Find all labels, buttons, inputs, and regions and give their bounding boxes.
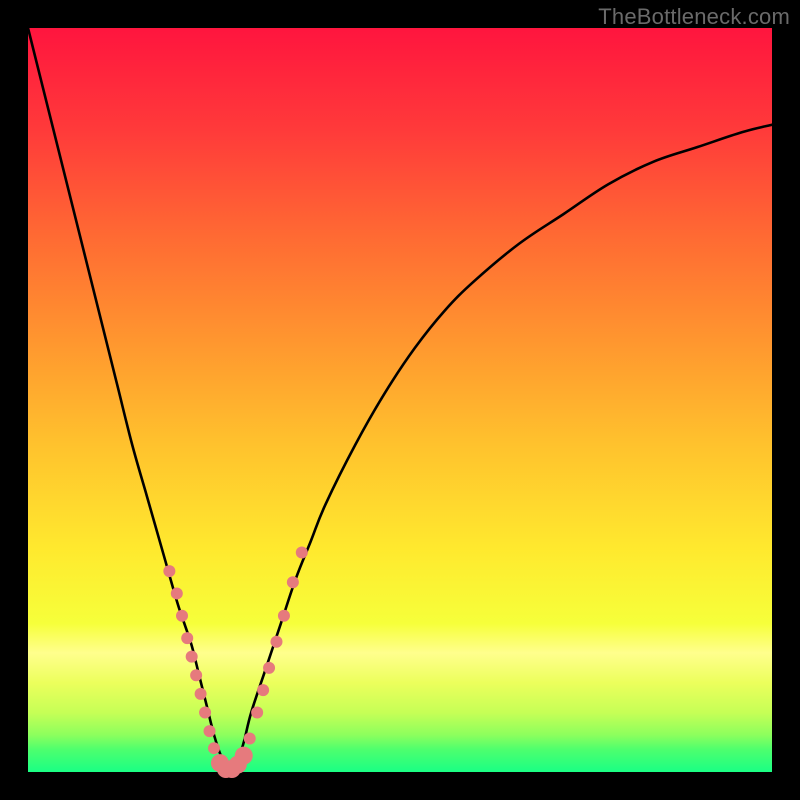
data-point-marker bbox=[235, 747, 253, 765]
data-point-marker bbox=[270, 636, 282, 648]
data-point-marker bbox=[199, 706, 211, 718]
plot-area bbox=[28, 28, 772, 772]
data-point-marker bbox=[251, 706, 263, 718]
watermark-text: TheBottleneck.com bbox=[598, 4, 790, 30]
curve-layer bbox=[28, 28, 772, 772]
data-point-marker bbox=[296, 547, 308, 559]
data-point-marker bbox=[176, 610, 188, 622]
data-point-marker bbox=[195, 688, 207, 700]
data-point-marker bbox=[208, 742, 220, 754]
data-point-marker bbox=[257, 684, 269, 696]
data-point-marker bbox=[278, 610, 290, 622]
data-point-marker bbox=[263, 662, 275, 674]
data-point-marker bbox=[287, 576, 299, 588]
chart-frame: TheBottleneck.com bbox=[0, 0, 800, 800]
data-point-marker bbox=[244, 733, 256, 745]
data-point-marker bbox=[171, 587, 183, 599]
data-point-marker bbox=[181, 632, 193, 644]
data-point-marker bbox=[163, 565, 175, 577]
data-point-marker bbox=[190, 669, 202, 681]
data-point-marker bbox=[186, 651, 198, 663]
bottleneck-curve bbox=[28, 28, 772, 772]
data-point-marker bbox=[204, 725, 216, 737]
